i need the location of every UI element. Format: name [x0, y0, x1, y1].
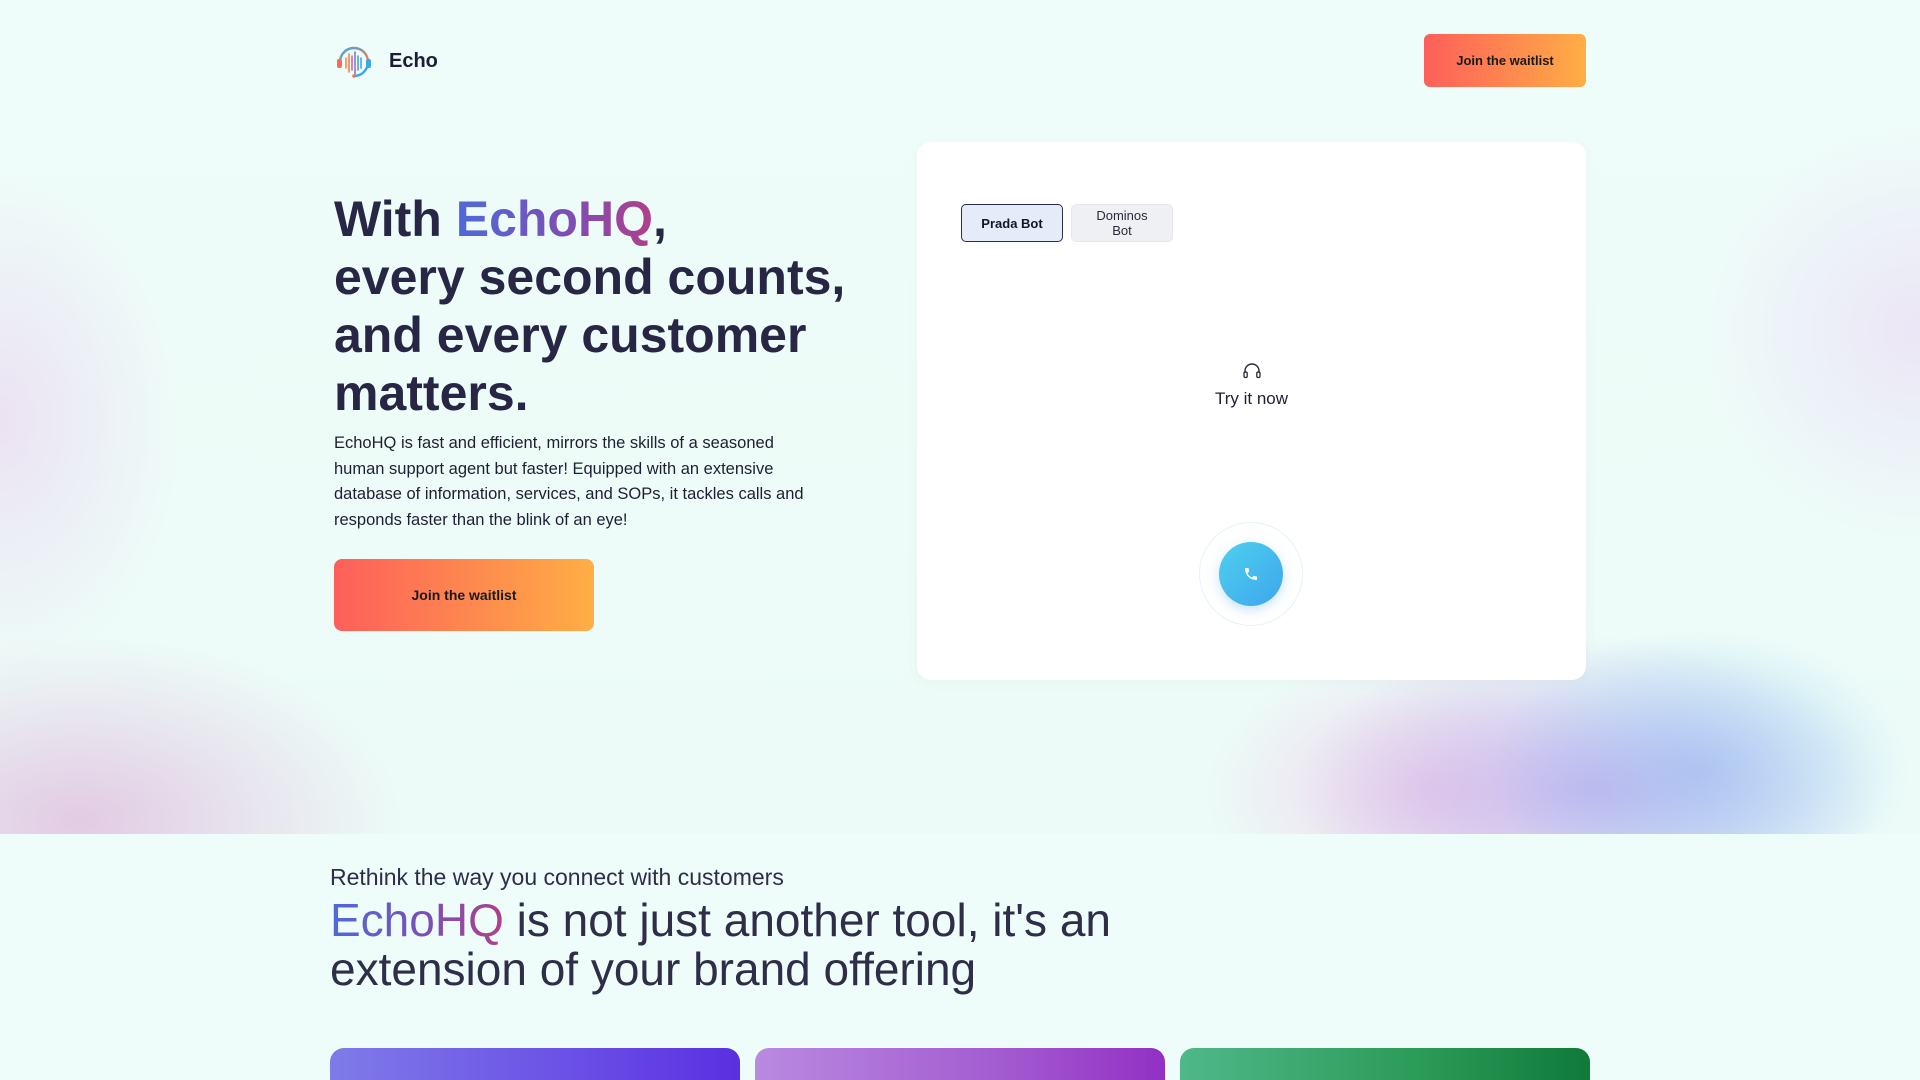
try-it-now-label: Try it now [1214, 389, 1289, 408]
hero-join-waitlist-button[interactable]: Join the waitlist [334, 559, 594, 631]
tab-prada-bot[interactable]: Prada Bot [961, 204, 1063, 242]
bot-demo-card: Prada Bot Dominos Bot Try it now [917, 142, 1586, 680]
feature-card-3 [1180, 1048, 1590, 1080]
hero-title: With EchoHQ, every second counts, and eve… [334, 190, 854, 422]
hero-description: EchoHQ is fast and efficient, mirrors th… [334, 434, 804, 529]
audio-wave-headset-icon [337, 46, 371, 78]
section-subtitle: Rethink the way you connect with custome… [330, 864, 784, 890]
try-it-now[interactable]: Try it now [917, 362, 1586, 409]
bot-tabs: Prada Bot Dominos Bot [961, 204, 1173, 242]
section-title-brand: EchoHQ [330, 894, 504, 946]
call-button[interactable] [1199, 522, 1303, 626]
section-title: EchoHQ is not just another tool, it's an… [330, 896, 1190, 994]
brand-name: Echo [389, 49, 438, 72]
headset-icon [1242, 363, 1261, 379]
feature-card-2 [755, 1048, 1165, 1080]
feature-card-1 [330, 1048, 740, 1080]
call-button-circle[interactable] [1219, 542, 1283, 606]
nav-join-waitlist-button[interactable]: Join the waitlist [1424, 34, 1586, 87]
tab-dominos-bot[interactable]: Dominos Bot [1071, 204, 1173, 242]
hero-section: Echo Join the waitlist With EchoHQ, every… [0, 0, 1920, 834]
brand-logo[interactable]: Echo [333, 40, 438, 82]
hero-title-prefix: With [334, 191, 456, 247]
phone-icon [1245, 568, 1257, 580]
hero-title-brand: EchoHQ [455, 191, 653, 247]
